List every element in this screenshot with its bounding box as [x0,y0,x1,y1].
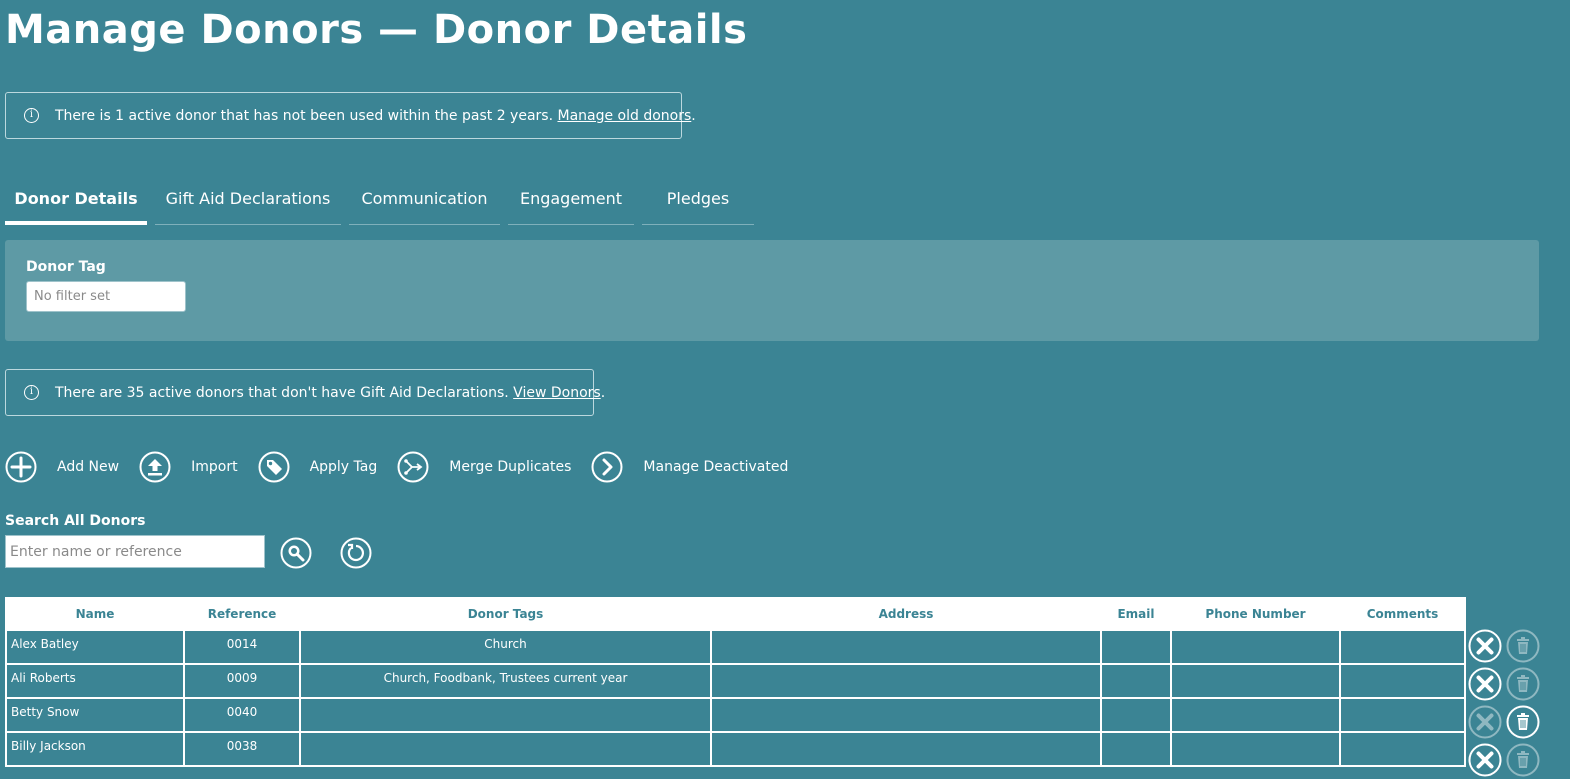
info-icon: i [24,385,39,400]
delete-icon [1506,743,1540,777]
deactivate-icon[interactable] [1468,629,1502,663]
manage-deactivated-button[interactable]: Manage Deactivated [591,451,788,483]
donors-table: Name Reference Donor Tags Address Email … [5,597,1466,767]
donor-address [710,663,1102,699]
donor-comments [1339,663,1466,699]
add-new-button[interactable]: Add New [5,451,119,483]
merge-duplicates-button[interactable]: Merge Duplicates [397,451,571,483]
column-header-reference[interactable]: Reference [183,597,301,631]
donor-address [710,731,1102,767]
donor-name: Billy Jackson [5,731,185,767]
donor-email [1100,663,1172,699]
donor-tags: Church, Foodbank, Trustees current year [299,663,712,699]
donor-email [1100,629,1172,665]
donor-actions-toolbar: Add New Import Apply Tag Merge Duplicate… [5,450,808,484]
row-actions [1468,705,1540,739]
view-donors-link[interactable]: View Donors [513,385,601,401]
donor-name: Betty Snow [5,697,185,733]
donor-phone [1170,697,1341,733]
tab-pledges[interactable]: Pledges [642,178,754,225]
column-header-phone-number[interactable]: Phone Number [1170,597,1341,631]
delete-icon[interactable] [1506,705,1540,739]
gift-aid-notice-text: There are 35 active donors that don't ha… [55,384,509,401]
deactivate-icon[interactable] [1468,667,1502,701]
deactivate-icon [1468,705,1502,739]
tab-engagement[interactable]: Engagement [508,178,634,225]
tab-donor-details[interactable]: Donor Details [5,178,147,225]
donor-reference: 0040 [183,697,301,733]
table-row[interactable]: Ali Roberts 0009 Church, Foodbank, Trust… [5,663,1466,699]
apply-tag-button[interactable]: Apply Tag [258,451,378,483]
add-new-label: Add New [57,459,120,475]
gift-aid-notice: i There are 35 active donors that don't … [5,369,605,416]
donor-email [1100,697,1172,733]
manage-old-donors-link[interactable]: Manage old donors [557,108,691,124]
upload-icon [139,451,171,483]
old-donors-notice: i There is 1 active donor that has not b… [5,92,696,139]
donor-address [710,697,1102,733]
plus-icon [5,451,37,483]
gift-aid-notice-suffix: . [600,384,606,401]
apply-tag-label: Apply Tag [309,459,378,475]
import-label: Import [191,459,238,475]
old-donors-notice-suffix: . [691,107,696,124]
donor-comments [1339,731,1466,767]
delete-icon [1506,629,1540,663]
donor-tag-filter-input[interactable] [26,281,186,312]
merge-duplicates-label: Merge Duplicates [449,459,572,475]
column-header-name[interactable]: Name [5,597,185,631]
row-actions [1468,667,1540,701]
import-button[interactable]: Import [139,451,238,483]
donor-address [710,629,1102,665]
column-header-donor-tags[interactable]: Donor Tags [299,597,712,631]
donor-phone [1170,663,1341,699]
donor-tag-filter-label: Donor Tag [26,259,106,275]
search-icon[interactable] [280,537,312,569]
tab-communication[interactable]: Communication [349,178,500,225]
old-donors-notice-text: There is 1 active donor that has not bee… [55,107,554,124]
row-actions [1468,743,1540,777]
filter-panel: Donor Tag [5,240,1539,341]
donor-name: Ali Roberts [5,663,185,699]
table-row[interactable]: Billy Jackson 0038 [5,731,1466,767]
search-label: Search All Donors [5,513,146,529]
info-icon: i [24,108,39,123]
donor-reference: 0009 [183,663,301,699]
table-row[interactable]: Alex Batley 0014 Church [5,629,1466,665]
tag-icon [258,451,290,483]
search-input[interactable] [5,535,265,568]
table-row[interactable]: Betty Snow 0040 [5,697,1466,733]
refresh-icon[interactable] [340,537,372,569]
page-title: Manage Donors — Donor Details [5,7,748,53]
donor-comments [1339,697,1466,733]
donor-reference: 0014 [183,629,301,665]
column-header-email[interactable]: Email [1100,597,1172,631]
column-header-comments[interactable]: Comments [1339,597,1466,631]
donor-name: Alex Batley [5,629,185,665]
donor-tags [299,697,712,733]
donor-tags [299,731,712,767]
delete-icon [1506,667,1540,701]
manage-donors-page: Manage Donors — Donor Details i There is… [0,0,1570,779]
donor-email [1100,731,1172,767]
table-header-row: Name Reference Donor Tags Address Email … [5,597,1466,631]
donor-comments [1339,629,1466,665]
chevron-right-icon [591,451,623,483]
merge-icon [397,451,429,483]
manage-deactivated-label: Manage Deactivated [643,459,789,475]
deactivate-icon[interactable] [1468,743,1502,777]
donor-phone [1170,629,1341,665]
donor-tabs: Donor Details Gift Aid Declarations Comm… [5,178,762,226]
tab-gift-aid-declarations[interactable]: Gift Aid Declarations [155,178,341,225]
row-actions [1468,629,1540,663]
column-header-address[interactable]: Address [710,597,1102,631]
donor-tags: Church [299,629,712,665]
donor-phone [1170,731,1341,767]
donor-reference: 0038 [183,731,301,767]
